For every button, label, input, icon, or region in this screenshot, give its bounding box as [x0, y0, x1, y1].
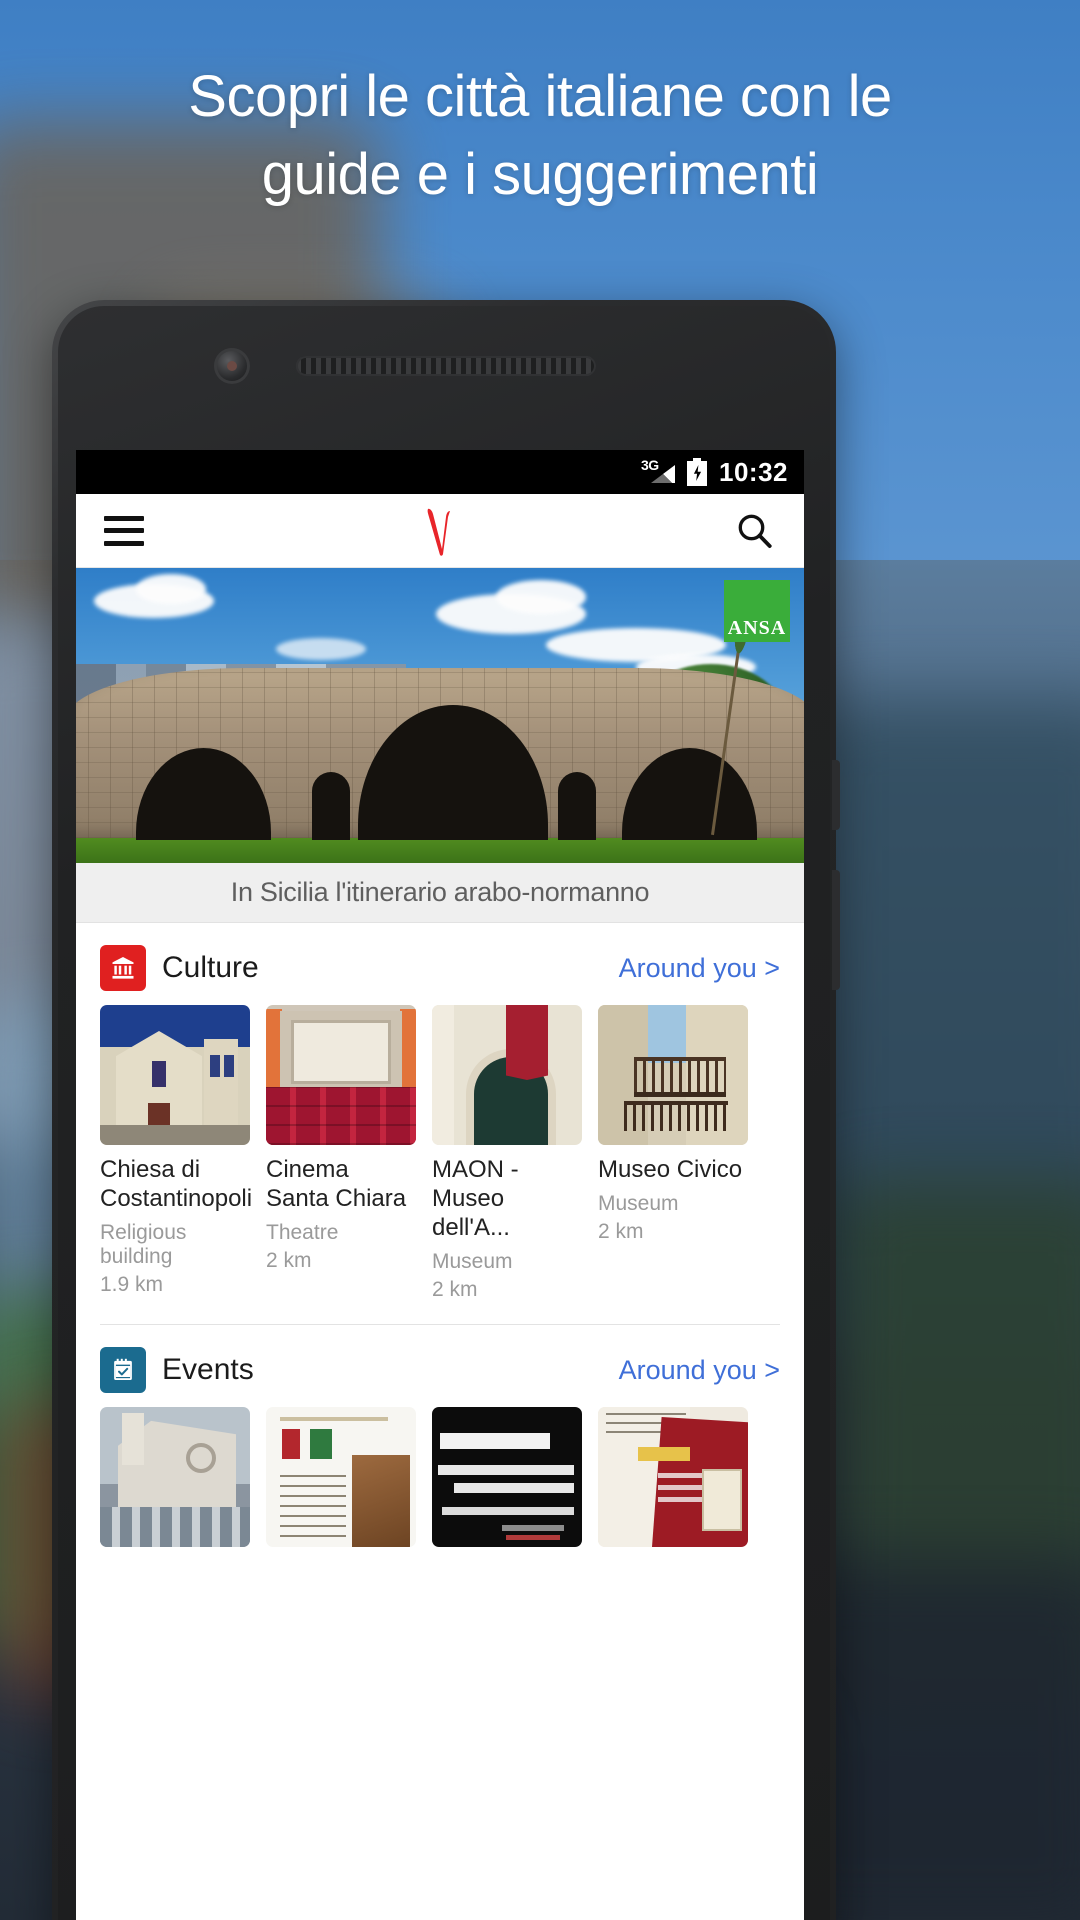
section-header-events: Events Around you > [76, 1325, 804, 1407]
earpiece-speaker [296, 356, 596, 376]
list-item[interactable] [100, 1407, 250, 1547]
card-distance: 2 km [598, 1220, 644, 1243]
card-distance: 2 km [432, 1278, 478, 1301]
promo-headline-line-1: Scopri le città italiane con le [188, 64, 892, 129]
power-button[interactable] [832, 760, 840, 830]
list-item[interactable]: MAON - Museo dell'A... Museum 2 km [432, 1005, 582, 1302]
events-card-list [76, 1407, 804, 1561]
calendar-check-icon [100, 1347, 146, 1393]
volume-button[interactable] [832, 870, 840, 990]
ansa-badge: ANSA [724, 580, 790, 642]
cloud [496, 580, 586, 614]
card-thumbnail [266, 1005, 416, 1145]
bridge-arch [622, 748, 757, 840]
section-title: Culture [162, 951, 259, 984]
bridge-arch [312, 772, 350, 840]
card-thumbnail [432, 1407, 582, 1547]
promo-headline: Scopri le città italiane con le guide e … [0, 58, 1080, 214]
section-title: Events [162, 1353, 254, 1386]
section-header-culture: Culture Around you > [76, 923, 804, 1005]
cloud [136, 574, 206, 604]
card-title: Chiesa di Costantinopoli [100, 1156, 253, 1212]
section-title-group: Culture [100, 945, 259, 991]
ansa-badge-label: ANSA [727, 617, 787, 639]
list-item[interactable]: Chiesa di Costantinopoli Religious build… [100, 1005, 253, 1302]
signal-bars-icon: 3G [641, 457, 675, 485]
card-thumbnail [266, 1407, 416, 1547]
list-item[interactable] [598, 1407, 748, 1547]
app-toolbar [76, 494, 804, 568]
museum-glyph [112, 957, 134, 979]
section-title-group: Events [100, 1347, 254, 1393]
front-camera-icon [214, 348, 250, 384]
calendar-glyph [114, 1358, 132, 1381]
network-type-label: 3G [641, 457, 659, 473]
card-thumbnail [598, 1005, 748, 1145]
list-item[interactable]: Museo Civico Museum 2 km [598, 1005, 748, 1302]
around-you-link-events[interactable]: Around you > [619, 1355, 780, 1386]
cloud [276, 638, 366, 660]
card-distance: 1.9 km [100, 1273, 164, 1296]
card-thumbnail [100, 1407, 250, 1547]
card-category: Religious building [100, 1221, 187, 1268]
card-category: Museum [598, 1192, 679, 1215]
card-title: Museo Civico [598, 1156, 743, 1183]
card-distance: 2 km [266, 1249, 312, 1272]
app-logo [76, 505, 804, 557]
status-bar: 3G 10:32 [76, 450, 804, 494]
promo-headline-line-2: guide e i suggerimenti [261, 142, 819, 207]
card-category: Museum [432, 1250, 513, 1273]
culture-card-list: Chiesa di Costantinopoli Religious build… [76, 1005, 804, 1316]
around-you-link-culture[interactable]: Around you > [619, 953, 780, 984]
bridge-arch [136, 748, 271, 840]
card-category: Theatre [266, 1221, 339, 1244]
stone-bridge [76, 668, 804, 840]
museum-bank-icon [100, 945, 146, 991]
hero-image[interactable]: ANSA [76, 568, 804, 863]
card-thumbnail [432, 1005, 582, 1145]
v-logo-icon [427, 508, 450, 556]
bridge-arch [558, 772, 596, 840]
list-item[interactable] [432, 1407, 582, 1547]
bridge-arch [358, 705, 548, 840]
list-item[interactable] [266, 1407, 416, 1547]
status-bar-clock: 10:32 [719, 456, 788, 487]
card-thumbnail [100, 1005, 250, 1145]
card-title: MAON - Museo dell'A... [432, 1156, 519, 1241]
search-icon[interactable] [734, 510, 776, 552]
phone-screen: 3G 10:32 ANSA In Sicilia l'itinerario ar… [76, 450, 804, 1920]
phone-device-frame: 3G 10:32 ANSA In Sicilia l'itinerario ar… [52, 300, 840, 1920]
card-thumbnail [598, 1407, 748, 1547]
list-item[interactable]: Cinema Santa Chiara Theatre 2 km [266, 1005, 416, 1302]
card-title: Cinema Santa Chiara [266, 1156, 407, 1212]
hamburger-menu-icon[interactable] [104, 515, 144, 546]
battery-charging-icon [687, 458, 707, 486]
hero-caption[interactable]: In Sicilia l'itinerario arabo-normanno [76, 863, 804, 923]
